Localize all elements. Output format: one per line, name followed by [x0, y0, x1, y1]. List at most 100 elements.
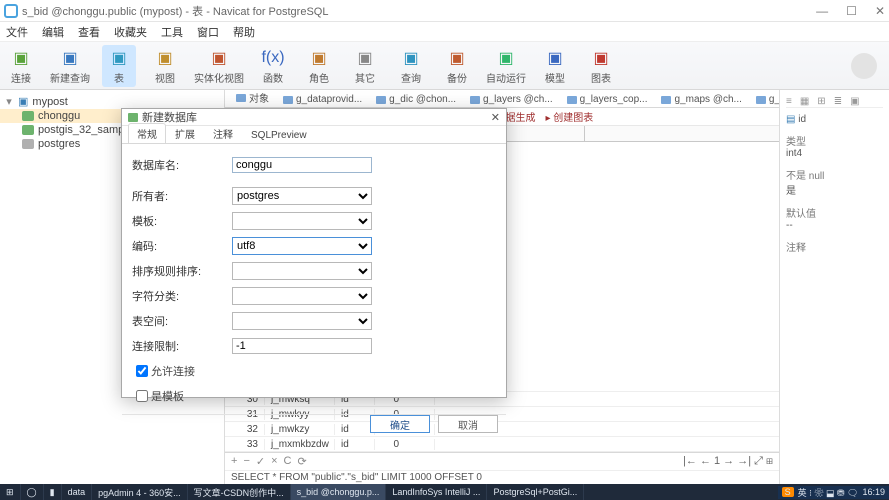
- encoding-select[interactable]: utf8: [232, 237, 372, 255]
- windows-taskbar: ⊞◯▮datapgAdmin 4 - 360安...写文章-CSDN创作中...…: [0, 484, 889, 500]
- encoding-label: 编码:: [132, 238, 232, 254]
- menu-工具[interactable]: 工具: [161, 24, 183, 40]
- main-toolbar: ▣连接 ▣新建查询 ▣表 ▣视图 ▣实体化视图 f(x)函数 ▣角色 ▣其它 ▣查询 ▣备份 ▣自动…: [0, 42, 889, 90]
- table-icon: [756, 96, 766, 104]
- tool-模型[interactable]: ▣模型: [538, 47, 572, 85]
- minimize-button[interactable]: —: [816, 4, 828, 18]
- menu-收藏夹[interactable]: 收藏夹: [114, 24, 147, 40]
- tool-图表[interactable]: ▣图表: [584, 47, 618, 85]
- tab-g_maps @ch...[interactable]: g_maps @ch...: [654, 91, 748, 107]
- owner-select[interactable]: postgres: [232, 187, 372, 205]
- dlg-tab-注释[interactable]: 注释: [204, 123, 242, 143]
- gridfoot-btn[interactable]: C: [284, 455, 292, 468]
- owner-label: 所有者:: [132, 188, 232, 204]
- tablespace-select[interactable]: [232, 312, 372, 330]
- database-icon: [22, 139, 34, 149]
- menu-窗口[interactable]: 窗口: [197, 24, 219, 40]
- view-mode-icon[interactable]: ≣: [834, 96, 842, 107]
- template-select[interactable]: [232, 212, 372, 230]
- avatar[interactable]: [851, 53, 877, 79]
- tab-g_layers_cop...[interactable]: g_layers_cop...: [560, 91, 655, 107]
- tool-备份[interactable]: ▣备份: [440, 47, 474, 85]
- ime-icon[interactable]: S: [782, 487, 794, 497]
- table-icon: [236, 94, 246, 102]
- ok-button[interactable]: 确定: [370, 415, 430, 433]
- connlimit-label: 连接限制:: [132, 338, 232, 354]
- view-mode-icon[interactable]: ⊞: [817, 96, 825, 107]
- tool-自动运行[interactable]: ▣自动运行: [486, 47, 526, 85]
- gridfoot-btn[interactable]: ⟳: [297, 455, 306, 468]
- taskbar-item[interactable]: data: [62, 484, 93, 500]
- dialog-close-icon[interactable]: ✕: [491, 111, 500, 124]
- gridfoot-btn[interactable]: ×: [271, 455, 277, 468]
- comment-label: 注释: [786, 239, 883, 254]
- tab-g_dataprovid...[interactable]: g_dataprovid...: [276, 91, 369, 107]
- tab-对象[interactable]: 对象: [229, 90, 276, 107]
- db-name-input[interactable]: [232, 157, 372, 173]
- pager[interactable]: |← ← 1 → →| ⤢ ⊞: [683, 455, 773, 468]
- tab-g_poi @chon...[interactable]: g_poi @chon...: [749, 91, 779, 107]
- tree-root-label: mypost: [32, 96, 67, 108]
- is-template-label: 是模板: [151, 388, 184, 404]
- taskbar-item[interactable]: pgAdmin 4 - 360安...: [92, 484, 188, 500]
- taskbar-item[interactable]: ◯: [21, 484, 44, 500]
- editor-tabs: 对象g_dataprovid...g_dic @chon...g_layers …: [225, 90, 779, 108]
- clock: 16:19: [862, 487, 885, 497]
- cancel-button[interactable]: 取消: [438, 415, 498, 433]
- null-value: 是: [786, 182, 883, 197]
- tool-其它[interactable]: ▣其它: [348, 47, 382, 85]
- new-database-dialog: 新建数据库 ✕ 常规扩展注释SQLPreview 数据库名: 所有者:postg…: [121, 108, 507, 398]
- tool-角色[interactable]: ▣角色: [302, 47, 336, 85]
- ctype-select[interactable]: [232, 287, 372, 305]
- allow-connect-label: 允许连接: [151, 363, 195, 379]
- maximize-button[interactable]: ☐: [846, 4, 857, 18]
- gridfoot-btn[interactable]: +: [231, 455, 237, 468]
- sql-preview: SELECT * FROM "public"."s_bid" LIMIT 100…: [225, 470, 779, 484]
- tool-查询[interactable]: ▣查询: [394, 47, 428, 85]
- gridfoot-btn[interactable]: ✓: [256, 455, 265, 468]
- is-template-checkbox[interactable]: [136, 390, 148, 402]
- menu-帮助[interactable]: 帮助: [233, 24, 255, 40]
- menu-查看[interactable]: 查看: [78, 24, 100, 40]
- dlg-tab-扩展[interactable]: 扩展: [166, 123, 204, 143]
- collapse-icon[interactable]: ▾: [4, 95, 14, 108]
- taskbar-item[interactable]: LandInfoSys IntelliJ ...: [386, 484, 487, 500]
- tab-g_dic @chon...[interactable]: g_dic @chon...: [369, 91, 463, 107]
- collation-select[interactable]: [232, 262, 372, 280]
- table-row[interactable]: 33j_mxmkbzdwid0: [225, 437, 779, 452]
- taskbar-item[interactable]: s_bid @chonggu.p...: [291, 484, 387, 500]
- template-label: 模板:: [132, 213, 232, 229]
- connlimit-input[interactable]: [232, 338, 372, 354]
- tool-函数[interactable]: f(x)函数: [256, 47, 290, 85]
- tool-表[interactable]: ▣表: [102, 45, 136, 87]
- close-button[interactable]: ✕: [875, 4, 885, 18]
- systray[interactable]: 英 ⁝ ❀ ⬓ ⛃ 🗨: [798, 486, 859, 499]
- allow-connect-checkbox[interactable]: [136, 365, 148, 377]
- tool-视图[interactable]: ▣视图: [148, 47, 182, 85]
- gridfoot-btn[interactable]: −: [243, 455, 249, 468]
- tool-实体化视图[interactable]: ▣实体化视图: [194, 47, 244, 85]
- dlg-tab-SQLPreview[interactable]: SQLPreview: [242, 127, 316, 143]
- view-mode-icon[interactable]: ▣: [850, 96, 859, 107]
- taskbar-item[interactable]: PostgreSql+PostGi...: [487, 484, 584, 500]
- menu-文件[interactable]: 文件: [6, 24, 28, 40]
- view-mode-icon[interactable]: ▦: [800, 96, 809, 107]
- database-icon: [22, 125, 34, 135]
- table-icon: [283, 96, 293, 104]
- menu-编辑[interactable]: 编辑: [42, 24, 64, 40]
- dlg-tab-常规[interactable]: 常规: [128, 123, 166, 143]
- gridtool-创建图表[interactable]: ▸ 创建图表: [545, 109, 593, 124]
- taskbar-item[interactable]: 写文章-CSDN创作中...: [188, 484, 291, 500]
- menubar: 文件编辑查看收藏夹工具窗口帮助: [0, 22, 889, 42]
- tool-连接[interactable]: ▣连接: [4, 47, 38, 85]
- tree-root[interactable]: ▾ ▣ mypost: [0, 94, 224, 109]
- taskbar-item[interactable]: ▮: [44, 484, 62, 500]
- taskbar-item[interactable]: ⊞: [0, 484, 21, 500]
- app-icon: [4, 4, 18, 18]
- database-icon: [128, 113, 138, 122]
- table-icon: [376, 96, 386, 104]
- view-mode-icon[interactable]: ≡: [786, 96, 792, 107]
- tool-新建查询[interactable]: ▣新建查询: [50, 47, 90, 85]
- tablespace-label: 表空间:: [132, 313, 232, 329]
- tab-g_layers @ch...[interactable]: g_layers @ch...: [463, 91, 560, 107]
